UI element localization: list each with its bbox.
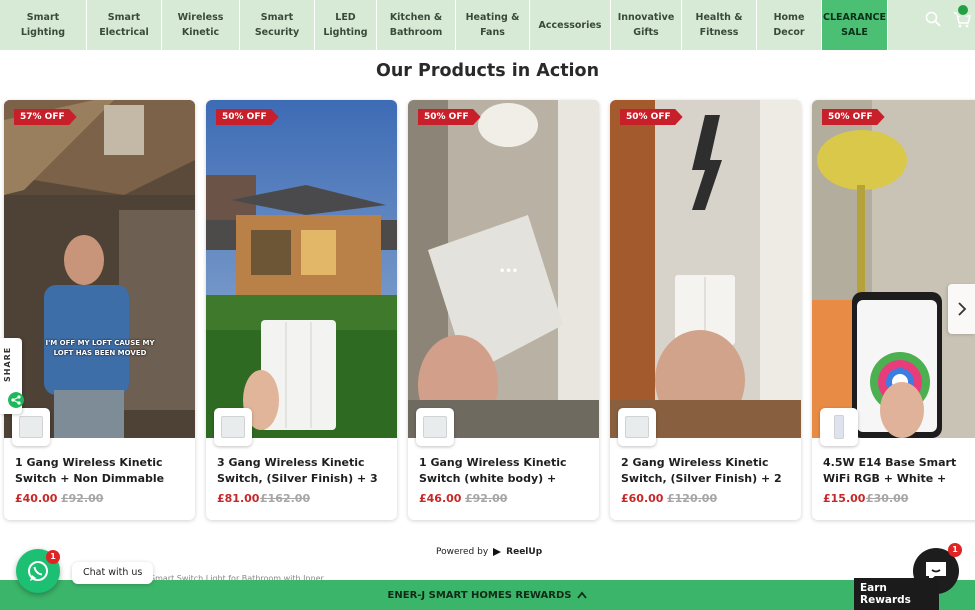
video-frame-smart-bulb bbox=[812, 100, 975, 438]
product-video[interactable]: 50% OFF bbox=[812, 100, 975, 438]
product-title[interactable]: 3 Gang Wireless Kinetic Switch, (Silver … bbox=[217, 455, 389, 487]
nav-item-wireless-kinetic[interactable]: Wireless Kinetic bbox=[162, 0, 240, 50]
section-title: Our Products in Action bbox=[375, 61, 600, 81]
video-caption: I'M OFF MY LOFT CAUSE MY LOFT HAS BEEN M… bbox=[45, 339, 155, 357]
shop-chat-badge: 1 bbox=[948, 543, 962, 557]
bulb-thumbnail-image bbox=[834, 415, 844, 439]
status-dot bbox=[956, 3, 970, 17]
search-icon[interactable] bbox=[925, 11, 941, 27]
nav-item-led-lighting[interactable]: LED Lighting bbox=[315, 0, 377, 50]
more-icon[interactable]: ••• bbox=[499, 266, 518, 277]
nav-item-home-decor[interactable]: Home Decor bbox=[757, 0, 822, 50]
product-video[interactable]: 50% OFF bbox=[610, 100, 801, 438]
product-price: £46.00 bbox=[419, 492, 462, 505]
compare-price: £120.00 bbox=[667, 492, 718, 505]
powered-by[interactable]: Powered by ReelUp bbox=[436, 547, 542, 557]
product-price: £15.00 bbox=[823, 492, 866, 505]
product-thumbnail[interactable] bbox=[618, 408, 656, 446]
video-frame-loft bbox=[4, 100, 195, 438]
carousel-next-button[interactable] bbox=[948, 284, 975, 334]
compare-price: £92.00 bbox=[61, 492, 104, 505]
nav-item-smart-electrical[interactable]: Smart Electrical bbox=[87, 0, 162, 50]
nav-item-smart-security[interactable]: Smart Security bbox=[240, 0, 315, 50]
product-card[interactable]: ••• 50% OFF 1 Gang Wireless Kinetic Swit… bbox=[408, 100, 599, 520]
discount-badge: 50% OFF bbox=[216, 109, 279, 125]
nav-item-kitchen-bathroom[interactable]: Kitchen & Bathroom bbox=[377, 0, 456, 50]
rewards-bar[interactable]: ENER-J SMART HOMES REWARDS bbox=[0, 580, 975, 610]
switch-thumbnail-image bbox=[19, 416, 43, 438]
chat-label[interactable]: Chat with us bbox=[72, 562, 154, 584]
product-price: £60.00 bbox=[621, 492, 664, 505]
product-thumbnail[interactable] bbox=[820, 408, 858, 446]
switch-thumbnail-image bbox=[423, 416, 447, 438]
discount-badge: 50% OFF bbox=[418, 109, 481, 125]
nav-item-clearance-sale[interactable]: CLEARANCE SALE bbox=[822, 0, 888, 50]
product-video[interactable]: ••• 50% OFF bbox=[408, 100, 599, 438]
powered-brand: ReelUp bbox=[506, 547, 543, 557]
compare-price: £162.00 bbox=[260, 492, 311, 505]
product-card[interactable]: I'M OFF MY LOFT CAUSE MY LOFT HAS BEEN M… bbox=[4, 100, 195, 520]
chat-notification-badge: 1 bbox=[46, 550, 60, 564]
product-video[interactable]: 50% OFF bbox=[206, 100, 397, 438]
switch-thumbnail-image bbox=[221, 416, 245, 438]
switch-thumbnail-image bbox=[625, 416, 649, 438]
category-nav: Smart Lighting Smart Electrical Wireless… bbox=[0, 0, 975, 50]
chevron-up-icon bbox=[577, 591, 588, 599]
product-title[interactable]: 1 Gang Wireless Kinetic Switch (white bo… bbox=[419, 455, 591, 487]
video-frame-wall-switch bbox=[610, 100, 801, 438]
product-card[interactable]: 50% OFF 2 Gang Wireless Kinetic Switch, … bbox=[610, 100, 801, 520]
discount-badge: 57% OFF bbox=[14, 109, 77, 125]
product-video[interactable]: I'M OFF MY LOFT CAUSE MY LOFT HAS BEEN M… bbox=[4, 100, 195, 438]
discount-badge: 50% OFF bbox=[822, 109, 885, 125]
product-price: £40.00 bbox=[15, 492, 58, 505]
nav-item-health-fitness[interactable]: Health & Fitness bbox=[682, 0, 757, 50]
nav-item-smart-lighting[interactable]: Smart Lighting bbox=[0, 0, 87, 50]
product-title[interactable]: 1 Gang Wireless Kinetic Switch + Non Dim… bbox=[15, 455, 187, 487]
video-frame-garden bbox=[206, 100, 397, 438]
chevron-right-icon bbox=[957, 302, 966, 316]
product-title[interactable]: 2 Gang Wireless Kinetic Switch, (Silver … bbox=[621, 455, 793, 487]
discount-badge: 50% OFF bbox=[620, 109, 683, 125]
product-thumbnail[interactable] bbox=[214, 408, 252, 446]
whatsapp-icon bbox=[28, 561, 48, 581]
powered-prefix: Powered by bbox=[436, 547, 489, 557]
rewards-bar-label: ENER-J SMART HOMES REWARDS bbox=[387, 589, 572, 601]
earn-rewards-button[interactable]: Earn Rewards bbox=[854, 578, 939, 610]
nav-item-heating-fans[interactable]: Heating & Fans bbox=[456, 0, 530, 50]
reelup-logo-icon bbox=[493, 548, 502, 556]
compare-price: £92.00 bbox=[465, 492, 508, 505]
compare-price: £30.00 bbox=[866, 492, 909, 505]
share-label: SHARE bbox=[3, 346, 12, 382]
product-thumbnail[interactable] bbox=[416, 408, 454, 446]
nav-item-accessories[interactable]: Accessories bbox=[530, 0, 611, 50]
share-icon[interactable] bbox=[8, 392, 24, 408]
nav-item-innovative-gifts[interactable]: Innovative Gifts bbox=[611, 0, 682, 50]
product-price: £81.00 bbox=[217, 492, 260, 505]
product-card[interactable]: 50% OFF 3 Gang Wireless Kinetic Switch, … bbox=[206, 100, 397, 520]
product-title[interactable]: 4.5W E14 Base Smart WiFi RGB + White + W… bbox=[823, 455, 975, 487]
